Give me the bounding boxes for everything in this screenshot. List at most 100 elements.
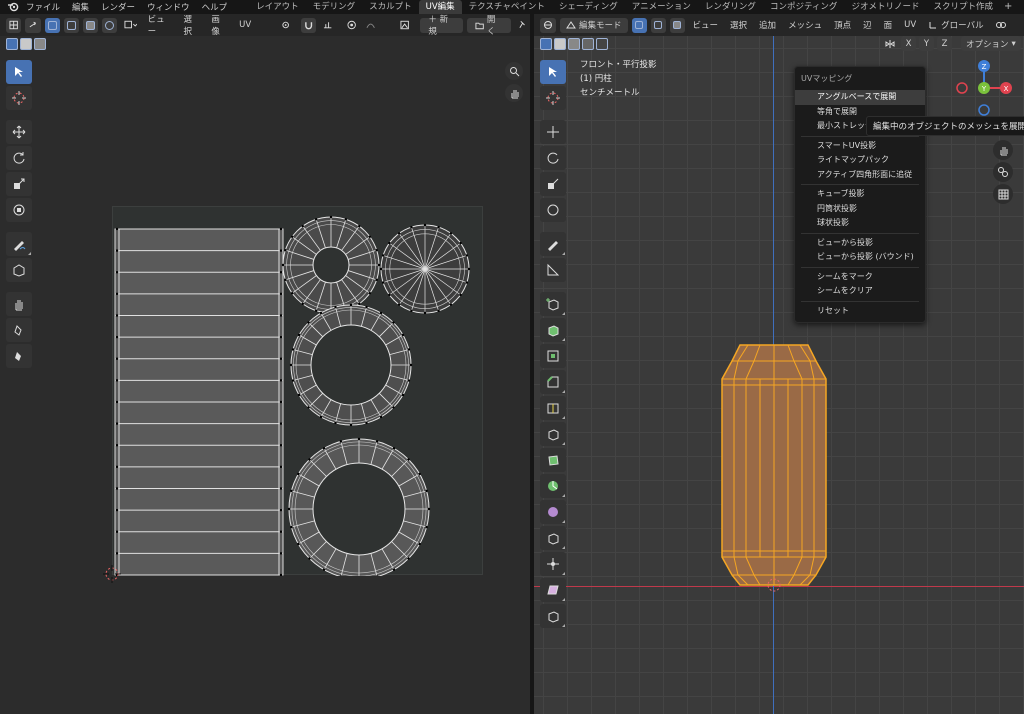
- vp-annotate-tool[interactable]: [540, 232, 566, 256]
- cylinder-mesh[interactable]: [704, 339, 844, 599]
- vp-select-difference-icon[interactable]: [582, 38, 594, 50]
- select-subtract-icon[interactable]: [34, 38, 46, 50]
- vp-cursor-tool[interactable]: [540, 86, 566, 110]
- mirror-z-toggle[interactable]: Z: [937, 36, 952, 51]
- 2d-cursor-icon[interactable]: [103, 565, 121, 583]
- vp-ortho-toggle-button[interactable]: [993, 184, 1013, 204]
- cursor-tool[interactable]: [6, 86, 32, 110]
- gizmo-neg-x-axis[interactable]: [956, 82, 968, 94]
- menu-cylinder-projection[interactable]: 円筒状投影: [795, 202, 925, 217]
- vp-select-intersect-icon[interactable]: [596, 38, 608, 50]
- vp-vertex-select-button[interactable]: [631, 17, 647, 33]
- menu-lightmap-pack[interactable]: ライトマップパック: [795, 153, 925, 168]
- inset-tool[interactable]: [540, 344, 566, 368]
- tab-texture-paint[interactable]: テクスチャペイント: [462, 0, 552, 14]
- tab-uv-editing[interactable]: UV編集: [418, 0, 462, 14]
- falloff-dropdown[interactable]: [363, 18, 382, 33]
- snap-target-dropdown[interactable]: [320, 18, 339, 33]
- pan-view-button[interactable]: [505, 84, 523, 102]
- pivot-point-dropdown[interactable]: [278, 18, 297, 33]
- menu-unwrap-angle-based[interactable]: アングルベースで展開: [795, 90, 925, 105]
- vp-select-subtract-icon[interactable]: [568, 38, 580, 50]
- tab-layout[interactable]: レイアウト: [249, 0, 306, 14]
- snap-toggle[interactable]: [301, 17, 317, 33]
- gizmo-neg-z-axis[interactable]: [978, 104, 990, 116]
- menu-follow-active-quads[interactable]: アクティブ四角形面に追従: [795, 168, 925, 183]
- menu-cube-projection[interactable]: キューブ投影: [795, 187, 925, 202]
- vp-move-tool[interactable]: [540, 120, 566, 144]
- open-image-button[interactable]: 開く: [466, 15, 511, 37]
- shrink-fatten-tool[interactable]: [540, 552, 566, 576]
- add-workspace-button[interactable]: +: [1000, 0, 1012, 14]
- spin-tool[interactable]: [540, 474, 566, 498]
- blender-logo-icon[interactable]: [6, 0, 20, 14]
- pin-button[interactable]: [515, 18, 530, 33]
- tab-shading[interactable]: シェーディング: [552, 0, 625, 14]
- editor-type-button[interactable]: [6, 17, 22, 33]
- tab-rendering[interactable]: レンダリング: [698, 0, 763, 14]
- edge-select-button[interactable]: [63, 17, 79, 33]
- face-select-button[interactable]: [82, 17, 98, 33]
- vp-edge-select-button[interactable]: [650, 17, 666, 33]
- sticky-selection-dropdown[interactable]: [121, 18, 140, 33]
- vp-menu-uv[interactable]: UV: [900, 20, 920, 30]
- island-select-button[interactable]: [101, 17, 117, 33]
- vp-menu-face[interactable]: 面: [880, 19, 897, 31]
- pinch-brush-tool[interactable]: [6, 344, 32, 368]
- menu-help[interactable]: ヘルプ: [202, 1, 228, 13]
- uv-grid-area[interactable]: [112, 206, 483, 576]
- options-dropdown[interactable]: オプション ▾: [961, 36, 1021, 51]
- menu-edit[interactable]: 編集: [72, 1, 89, 13]
- vp-select-new-icon[interactable]: [540, 38, 552, 50]
- vp-select-extend-icon[interactable]: [554, 38, 566, 50]
- vp-face-select-button[interactable]: [669, 17, 685, 33]
- vp-transform-tool[interactable]: [540, 198, 566, 222]
- rip-region-tool[interactable]: [6, 258, 32, 282]
- tab-geometry-nodes[interactable]: ジオメトリノード: [844, 0, 926, 14]
- smooth-tool[interactable]: [540, 500, 566, 524]
- menu-render[interactable]: レンダー: [101, 1, 135, 13]
- grab-brush-tool[interactable]: [6, 292, 32, 316]
- uv-sync-selection-button[interactable]: [25, 17, 41, 33]
- uv-menu-view[interactable]: ビュー: [144, 14, 176, 37]
- transform-tool[interactable]: [6, 198, 32, 222]
- uv-menu-image[interactable]: 画像: [207, 14, 231, 37]
- mode-dropdown[interactable]: 編集モード: [560, 17, 628, 33]
- orientation-dropdown[interactable]: グローバル: [924, 18, 987, 33]
- menu-window[interactable]: ウィンドウ: [147, 1, 190, 13]
- menu-smart-uv-project[interactable]: スマートUV投影: [795, 139, 925, 154]
- tab-compositing[interactable]: コンポジティング: [763, 0, 845, 14]
- knife-tool[interactable]: [540, 422, 566, 446]
- annotate-tool[interactable]: [6, 232, 32, 256]
- select-box-tool[interactable]: [6, 60, 32, 84]
- vertex-select-button[interactable]: [44, 17, 60, 33]
- new-image-button[interactable]: ＋ 新規: [420, 15, 463, 37]
- select-extend-icon[interactable]: [20, 38, 32, 50]
- rotate-tool[interactable]: [6, 146, 32, 170]
- snap-options-dropdown[interactable]: [992, 18, 1010, 33]
- vp-menu-edge[interactable]: 辺: [859, 19, 876, 31]
- select-new-icon[interactable]: [6, 38, 18, 50]
- vp-menu-add[interactable]: 追加: [755, 19, 780, 31]
- menu-clear-seam[interactable]: シームをクリア: [795, 284, 925, 299]
- scale-tool[interactable]: [6, 172, 32, 196]
- navigation-gizmo[interactable]: Z X Y: [952, 56, 1016, 120]
- mirror-y-toggle[interactable]: Y: [919, 36, 934, 51]
- vp-select-box-tool[interactable]: [540, 60, 566, 84]
- uv-menu-select[interactable]: 選択: [179, 14, 203, 37]
- menu-project-from-view[interactable]: ビューから投影: [795, 236, 925, 251]
- tab-modeling[interactable]: モデリング: [306, 0, 363, 14]
- measure-tool[interactable]: [540, 258, 566, 282]
- proportional-edit-toggle[interactable]: [344, 18, 359, 33]
- vp-rotate-tool[interactable]: [540, 146, 566, 170]
- uv-menu-uv[interactable]: UV: [235, 20, 255, 30]
- tab-animation[interactable]: アニメーション: [625, 0, 698, 14]
- move-tool[interactable]: [6, 120, 32, 144]
- vp-menu-vertex[interactable]: 頂点: [830, 19, 855, 31]
- add-cube-tool[interactable]: [540, 292, 566, 316]
- menu-file[interactable]: ファイル: [26, 1, 60, 13]
- loop-cut-tool[interactable]: [540, 396, 566, 420]
- zoom-view-button[interactable]: [505, 62, 523, 80]
- rip-tool[interactable]: [540, 604, 566, 628]
- extrude-tool[interactable]: [540, 318, 566, 342]
